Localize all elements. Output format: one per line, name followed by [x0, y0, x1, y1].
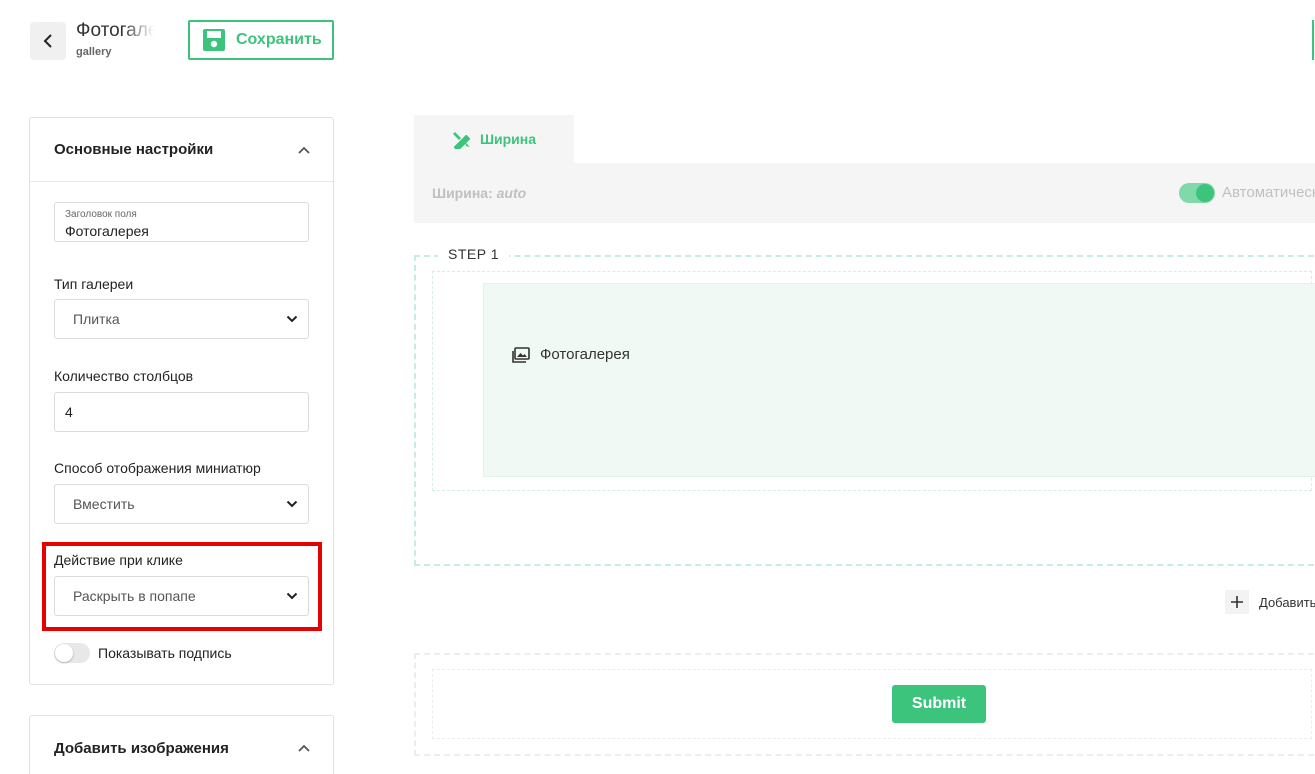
chevron-up-icon[interactable]: [297, 743, 311, 753]
submit-button[interactable]: Submit: [892, 685, 986, 723]
add-images-title: Добавить изображения: [54, 739, 229, 757]
submit-container: [414, 653, 1315, 756]
settings-panel-title: Основные настройки: [54, 141, 214, 158]
add-element-label: Добавить: [1259, 594, 1315, 610]
chevron-left-icon: [43, 34, 52, 48]
add-images-panel: Добавить изображения: [29, 715, 334, 774]
highlight-box: [42, 542, 322, 631]
chevron-up-icon[interactable]: [297, 145, 311, 155]
page-subtitle: gallery: [76, 46, 112, 58]
add-images-header[interactable]: Добавить изображения: [30, 716, 333, 774]
width-bar: Ширина: auto Автоматически: [414, 163, 1315, 223]
back-button[interactable]: [30, 22, 66, 60]
thumb-mode-label: Способ отображения миниатюр: [54, 460, 261, 476]
gallery-type-select[interactable]: Плитка: [54, 299, 309, 339]
auto-width-toggle[interactable]: [1179, 183, 1215, 203]
show-caption-toggle[interactable]: [54, 643, 90, 663]
thumb-mode-value: Вместить: [73, 496, 135, 512]
show-caption-row: Показывать подпись: [54, 643, 232, 663]
columns-input[interactable]: 4: [54, 392, 309, 432]
save-button[interactable]: Сохранить: [188, 20, 334, 60]
auto-width-label: Автоматически: [1222, 184, 1315, 201]
title-block: Фотогалерея gallery: [76, 20, 154, 58]
columns-value: 4: [65, 404, 73, 420]
width-value: auto: [496, 185, 527, 201]
gallery-field-label: Фотогалерея: [540, 346, 630, 363]
chevron-down-icon: [286, 315, 298, 323]
gallery-field-block[interactable]: Фотогалерея: [483, 283, 1315, 477]
gallery-field-label-row: Фотогалерея: [512, 346, 630, 363]
save-button-label: Сохранить: [236, 31, 322, 48]
gallery-type-label: Тип галереи: [54, 276, 134, 292]
field-title-value: Фотогалерея: [65, 223, 149, 239]
chevron-down-icon: [286, 500, 298, 508]
width-label: Ширина:: [432, 185, 493, 201]
submit-dropzone: [432, 669, 1312, 739]
field-title-label: Заголовок поля: [65, 209, 137, 220]
plus-icon: [1225, 590, 1249, 614]
gallery-type-value: Плитка: [73, 311, 120, 327]
settings-panel-header[interactable]: Основные настройки: [30, 118, 333, 182]
tab-width[interactable]: Ширина: [414, 115, 574, 163]
tab-width-label: Ширина: [479, 131, 537, 147]
step-label: STEP 1: [438, 246, 509, 262]
floppy-disk-icon: [203, 29, 225, 51]
columns-label: Количество столбцов: [54, 368, 194, 384]
width-readout: Ширина: auto: [432, 185, 526, 201]
page-title: Фотогалерея: [76, 20, 154, 41]
field-title-input[interactable]: Заголовок поля Фотогалерея: [54, 202, 309, 242]
image-gallery-icon: [512, 346, 530, 363]
show-caption-label: Показывать подпись: [98, 645, 232, 661]
thumb-mode-select[interactable]: Вместить: [54, 484, 309, 524]
ruler-pencil-icon: [452, 132, 471, 149]
add-element-button[interactable]: Добавить: [1225, 590, 1315, 614]
